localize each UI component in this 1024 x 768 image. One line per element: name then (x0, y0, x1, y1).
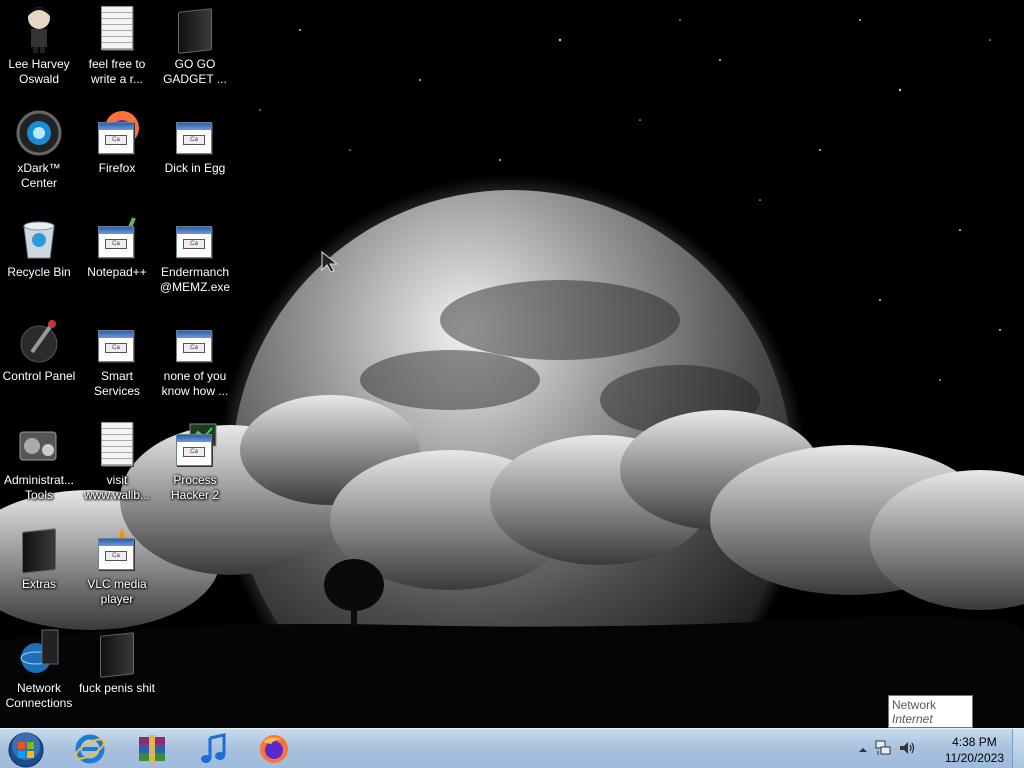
desktop-icon-label: Administrat... Tools (3, 473, 75, 502)
desktop-icon[interactable]: Ca Smart Services (78, 312, 156, 412)
program-shortcut-icon: Ca (170, 316, 220, 366)
desktop-icon[interactable]: Lee Harvey Oswald (0, 0, 78, 100)
tray-volume[interactable] (898, 739, 916, 762)
desktop-icon[interactable]: visit www.wallb... (78, 416, 156, 516)
vlc-cone-icon: Ca (92, 524, 142, 574)
winrar-icon (139, 735, 165, 763)
desktop-icon-label: Smart Services (93, 369, 140, 398)
clock[interactable]: 4:38 PM 11/20/2023 (945, 734, 1004, 766)
desktop-icon-label: Endermanch @MEMZ.exe (159, 265, 231, 294)
program-shortcut-icon: Ca (92, 316, 142, 366)
desktop-icon[interactable]: Recycle Bin (0, 208, 78, 308)
clock-date: 11/20/2023 (944, 751, 1004, 765)
desktop-icon-label: Extras (21, 577, 56, 591)
desktop-icon[interactable]: Ca VLC media player (78, 520, 156, 620)
text-document-icon (92, 420, 142, 470)
desktop-icon-label: fuck penis shit (78, 681, 156, 695)
desktop-icon-grid: Lee Harvey Oswald feel free to write a r.… (0, 0, 240, 728)
chevron-up-icon (859, 748, 867, 752)
desktop-icon[interactable]: fuck penis shit (78, 624, 156, 724)
start-button[interactable] (4, 730, 48, 768)
dark-folder-icon (170, 4, 220, 54)
mouse-cursor-icon (321, 250, 339, 273)
desktop-icon[interactable]: Ca Firefox (78, 104, 156, 204)
desktop-icon[interactable]: Ca Dick in Egg (156, 104, 234, 204)
speaker-icon (900, 742, 915, 754)
system-tray: 4:38 PM 11/20/2023 (854, 729, 1024, 768)
taskbar-itunes[interactable] (188, 731, 240, 767)
desktop-icon[interactable]: Network Connections (0, 624, 78, 724)
desktop-icon-label: none of you know how ... (161, 369, 229, 398)
process-hacker-icon: Ca (170, 420, 220, 470)
program-shortcut-icon: Ca (170, 212, 220, 262)
firefox-shortcut-icon: Ca (92, 108, 142, 158)
taskbar-internet-explorer[interactable] (64, 731, 116, 767)
desktop-icon-label: xDark™ Center (17, 161, 61, 190)
desktop-icon[interactable]: Extras (0, 520, 78, 620)
desktop-icon[interactable]: feel free to write a r... (78, 0, 156, 100)
windows-orb-icon (8, 732, 44, 768)
network-icon (875, 740, 891, 755)
control-panel-icon (14, 316, 64, 366)
music-note-icon (201, 733, 226, 763)
administrative-tools-icon (14, 420, 64, 470)
desktop-icon-label: visit www.wallb... (83, 473, 151, 502)
desktop[interactable]: Lee Harvey Oswald feel free to write a r.… (0, 0, 1024, 728)
taskbar-firefox[interactable] (248, 731, 300, 767)
show-desktop-button[interactable] (1012, 729, 1024, 768)
desktop-icon-label: feel free to write a r... (88, 57, 146, 86)
desktop-icon[interactable]: Ca Endermanch @MEMZ.exe (156, 208, 234, 308)
desktop-icon[interactable]: Control Panel (0, 312, 78, 412)
desktop-icon[interactable]: xDark™ Center (0, 104, 78, 204)
desktop-icon-label: Control Panel (2, 369, 76, 383)
desktop-icon[interactable]: GO GO GADGET ... (156, 0, 234, 100)
recycle-bin-icon (14, 212, 64, 262)
text-document-icon (92, 4, 142, 54)
desktop-icon-label: VLC media player (87, 577, 147, 606)
internet-explorer-icon (74, 734, 106, 764)
taskbar-winrar[interactable] (126, 731, 178, 767)
xdark-center-icon (14, 108, 64, 158)
clock-time: 4:38 PM (952, 735, 997, 749)
character-figure-icon (14, 4, 64, 54)
desktop-icon-label: Notepad++ (87, 265, 147, 279)
desktop-icon[interactable]: Administrat... Tools (0, 416, 78, 516)
taskbar: 4:38 PM 11/20/2023 (0, 728, 1024, 768)
desktop-icon[interactable]: Ca Process Hacker 2 (156, 416, 234, 516)
tooltip-subtitle: Internet access (892, 712, 933, 728)
network-tooltip: Network Internet access (888, 695, 973, 728)
tooltip-title: Network (892, 698, 937, 712)
desktop-icon[interactable]: Ca Notepad++ (78, 208, 156, 308)
desktop-icon-label: Firefox (98, 161, 136, 175)
desktop-icon-label: Process Hacker 2 (170, 473, 220, 502)
tray-network[interactable] (874, 739, 892, 762)
firefox-icon (260, 735, 288, 763)
program-shortcut-icon: Ca (170, 108, 220, 158)
desktop-icon[interactable]: Ca none of you know how ... (156, 312, 234, 412)
desktop-icon-label: Network Connections (5, 681, 73, 710)
dark-folder-icon (14, 524, 64, 574)
desktop-icon-label: Dick in Egg (164, 161, 226, 175)
network-connections-icon (14, 628, 64, 678)
dark-folder-icon (92, 628, 142, 678)
notepad-plus-plus-icon: Ca (92, 212, 142, 262)
desktop-icon-label: GO GO GADGET ... (163, 57, 227, 86)
desktop-icon-label: Lee Harvey Oswald (8, 57, 70, 86)
desktop-icon-label: Recycle Bin (7, 265, 71, 279)
show-hidden-icons-arrow[interactable] (858, 742, 868, 760)
